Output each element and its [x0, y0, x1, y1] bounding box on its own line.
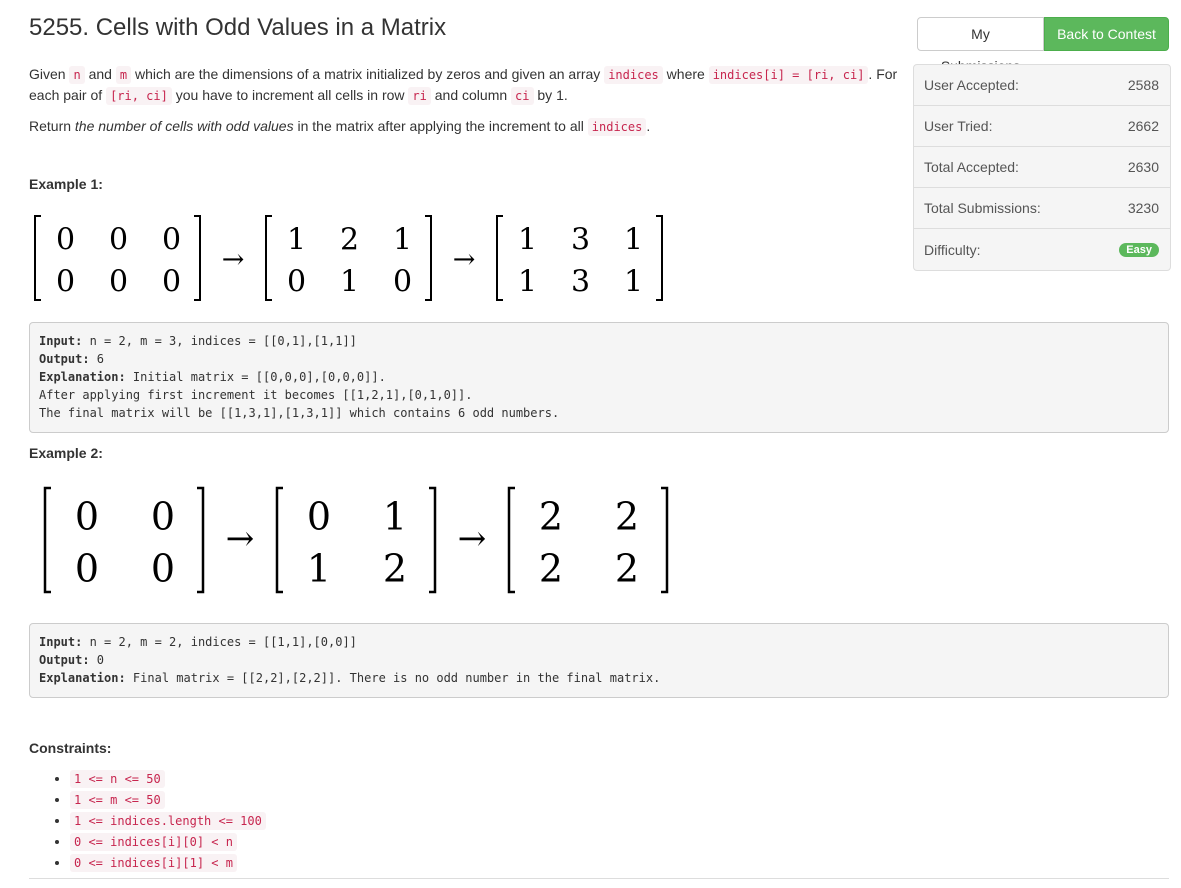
matrix-cell: 0 — [109, 265, 128, 300]
matrix-cell: 0 — [287, 265, 306, 300]
matrix-cell: 0 — [162, 265, 181, 300]
description-paragraph-2: Return the number of cells with odd valu… — [29, 118, 651, 136]
matrix-bracket-left — [496, 215, 503, 301]
arrow-icon: → — [458, 519, 487, 559]
matrix-cell: 1 — [518, 223, 537, 258]
matrix-bracket-right — [429, 486, 437, 594]
matrix-bracket-right — [197, 486, 205, 594]
stat-value: 3230 — [1127, 200, 1159, 216]
matrix-bracket-right — [656, 215, 663, 301]
example-2-code-block: Input: n = 2, m = 2, indices = [[1,1],[0… — [29, 623, 1169, 698]
matrix-cell: 1 — [518, 265, 537, 300]
constraints-list: 1 <= n <= 50 1 <= m <= 50 1 <= indices.l… — [52, 768, 470, 873]
matrix-cell: 1 — [624, 223, 643, 258]
arrow-icon: → — [222, 244, 245, 275]
matrix-cell: 0 — [393, 265, 412, 300]
difficulty-badge: Easy — [1119, 242, 1159, 257]
matrix-cell: 2 — [539, 547, 563, 591]
matrix-cell: 0 — [75, 547, 99, 591]
matrix-cell: 1 — [383, 495, 407, 539]
example-1-code-block: Input: n = 2, m = 3, indices = [[0,1],[1… — [29, 322, 1169, 433]
matrix-bracket-right — [425, 215, 432, 301]
problem-description: Given n and m which are the dimensions o… — [29, 64, 899, 147]
matrix-cell: 0 — [151, 495, 175, 539]
stat-user-tried: User Tried: 2662 — [914, 106, 1170, 147]
back-to-contest-button[interactable]: Back to Contest — [1044, 17, 1169, 51]
constraint-item: 0 <= indices[i][1] < m — [70, 852, 470, 873]
problem-title: 5255. Cells with Odd Values in a Matrix — [29, 14, 447, 41]
stat-user-accepted: User Accepted: 2588 — [914, 65, 1170, 106]
example-1-matrix-diagram: 0 0 00 0 0→1 2 10 1 0→1 3 11 3 1 — [34, 215, 663, 301]
description-paragraph-1: Given n and m which are the dimensions o… — [29, 66, 898, 105]
matrix-cell: 0 — [56, 265, 75, 300]
matrix-bracket-right — [194, 215, 201, 301]
constraints-section: Constraints: 1 <= n <= 50 1 <= m <= 50 1… — [29, 740, 266, 872]
stat-label: User Tried: — [924, 118, 993, 134]
matrix-cell: 1 — [340, 265, 359, 300]
stat-total-accepted: Total Accepted: 2630 — [914, 147, 1170, 188]
matrix-cell: 3 — [571, 223, 590, 258]
matrix-cell: 3 — [571, 265, 590, 300]
example-1-heading: Example 1: — [29, 176, 103, 192]
example-2-heading: Example 2: — [29, 445, 103, 461]
matrix-cell: 0 — [75, 495, 99, 539]
arrow-icon: → — [453, 244, 476, 275]
matrix-cell: 1 — [307, 547, 331, 591]
stat-label: Total Accepted: — [924, 159, 1019, 175]
stat-label: User Accepted: — [924, 77, 1019, 93]
divider — [29, 878, 1169, 879]
matrix-cell: 1 — [287, 223, 306, 258]
stat-total-submissions: Total Submissions: 3230 — [914, 188, 1170, 229]
constraint-item: 0 <= indices[i][0] < n — [70, 831, 470, 852]
matrix-cell: 1 — [393, 223, 412, 258]
matrix-cell: 0 — [307, 495, 331, 539]
matrix-cell: 0 — [162, 223, 181, 258]
matrix-cell: 1 — [624, 265, 643, 300]
matrix-bracket-left — [275, 486, 283, 594]
matrix-cell: 2 — [383, 547, 407, 591]
stat-label: Difficulty: — [924, 241, 981, 258]
contest-stats-panel: User Accepted: 2588 User Tried: 2662 Tot… — [913, 64, 1171, 271]
matrix-cell: 2 — [615, 547, 639, 591]
matrix-bracket-left — [34, 215, 41, 301]
matrix-bracket-left — [507, 486, 515, 594]
example-2-matrix-diagram: 0 0 0 0 → 0 1 1 2 → 2 2 2 2 — [43, 486, 669, 594]
constraint-item: 1 <= indices.length <= 100 — [70, 810, 470, 831]
my-submissions-button[interactable]: My Submissions — [917, 17, 1044, 74]
matrix-bracket-left — [43, 486, 51, 594]
constraint-item: 1 <= m <= 50 — [70, 789, 470, 810]
matrix-bracket-left — [265, 215, 272, 301]
header-buttons: My Submissions Back to Contest — [917, 17, 1169, 74]
matrix-bracket-right — [661, 486, 669, 594]
stat-difficulty: Difficulty: Easy — [914, 229, 1170, 270]
stat-label: Total Submissions: — [924, 200, 1041, 216]
matrix-cell: 2 — [539, 495, 563, 539]
matrix-cell: 0 — [109, 223, 128, 258]
constraints-heading: Constraints: — [29, 740, 112, 756]
stat-value: 2588 — [1127, 77, 1159, 93]
matrix-cell: 0 — [151, 547, 175, 591]
matrix-cell: 2 — [340, 223, 359, 258]
matrix-cell: 2 — [615, 495, 639, 539]
stat-value: 2630 — [1127, 159, 1159, 175]
matrix-cell: 0 — [56, 223, 75, 258]
arrow-icon: → — [226, 519, 255, 559]
constraint-item: 1 <= n <= 50 — [70, 768, 470, 789]
stat-value: 2662 — [1127, 118, 1159, 134]
